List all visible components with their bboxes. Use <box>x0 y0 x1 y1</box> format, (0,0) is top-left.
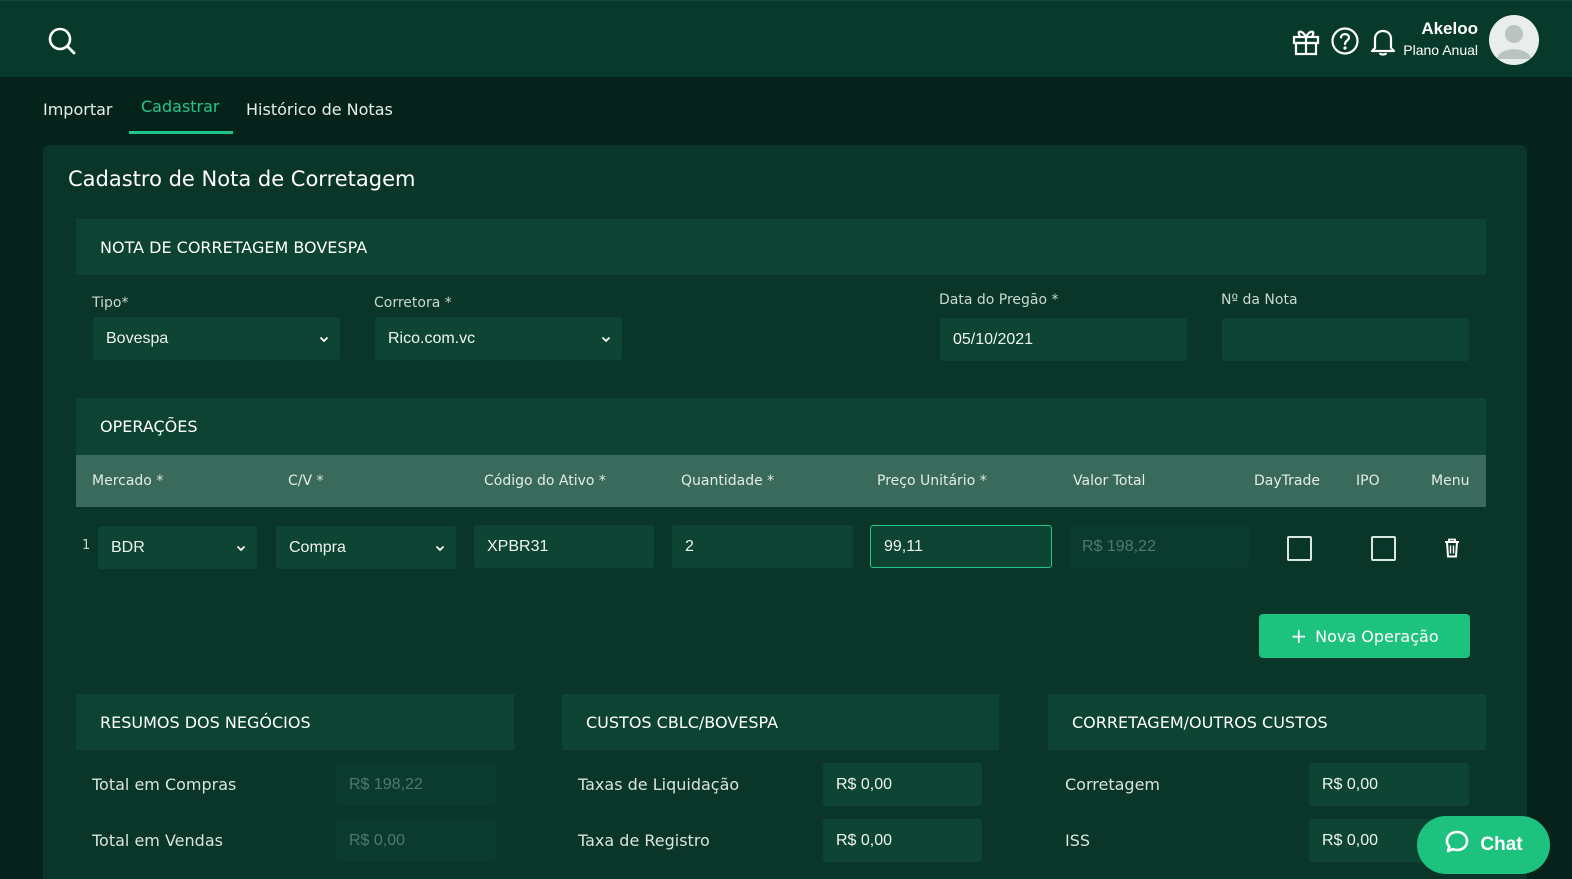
chat-bubble-icon <box>1444 829 1470 861</box>
user-name[interactable]: Akeloo <box>1378 19 1478 39</box>
col-preco: Preço Unitário * <box>877 473 987 489</box>
taxa-registro-value: R$ 0,00 <box>836 831 893 849</box>
tab-cadastrar[interactable]: Cadastrar <box>141 97 220 116</box>
col-ipo: IPO <box>1356 473 1380 489</box>
tipo-label: Tipo* <box>92 295 129 311</box>
chat-label: Chat <box>1480 834 1523 855</box>
nova-operacao-button[interactable]: + Nova Operação <box>1259 614 1470 658</box>
corretagem-label: Corretagem <box>1065 775 1160 794</box>
total-compras-field: R$ 198,22 <box>336 763 496 806</box>
mercado-value: BDR <box>111 538 145 556</box>
tipo-select[interactable]: Bovespa <box>93 317 340 360</box>
total-vendas-field: R$ 0,00 <box>336 819 496 862</box>
codigo-ativo-value: XPBR31 <box>487 537 549 555</box>
col-cv: C/V * <box>288 473 324 489</box>
mercado-select[interactable]: BDR <box>98 526 257 569</box>
numero-nota-label: Nº da Nota <box>1221 292 1298 308</box>
gift-icon[interactable] <box>1290 25 1322 61</box>
col-mercado: Mercado * <box>92 473 164 489</box>
taxa-registro-input[interactable]: R$ 0,00 <box>823 819 982 862</box>
tipo-value: Bovespa <box>106 329 169 347</box>
corretora-value: Rico.com.vc <box>388 329 476 347</box>
search-icon[interactable] <box>46 25 78 57</box>
chevron-down-icon <box>235 541 247 553</box>
codigo-ativo-input[interactable]: XPBR31 <box>474 525 654 568</box>
chat-button[interactable]: Chat <box>1417 816 1550 874</box>
trash-icon[interactable] <box>1442 537 1462 563</box>
col-quantidade: Quantidade * <box>681 473 775 489</box>
valor-total-field: R$ 198,22 <box>1069 525 1249 568</box>
corretagem-section-header: CORRETAGEM/OUTROS CUSTOS <box>1048 694 1486 750</box>
daytrade-checkbox[interactable] <box>1287 536 1312 561</box>
custos-section-header: CUSTOS CBLC/BOVESPA <box>562 694 999 750</box>
taxas-liquidacao-label: Taxas de Liquidação <box>578 775 740 794</box>
taxas-liquidacao-input[interactable]: R$ 0,00 <box>823 763 982 806</box>
quantidade-input[interactable]: 2 <box>672 525 853 568</box>
row-index: 1 <box>82 538 91 553</box>
tab-historico[interactable]: Histórico de Notas <box>246 100 393 119</box>
avatar[interactable] <box>1489 15 1539 65</box>
cv-select[interactable]: Compra <box>276 526 456 569</box>
help-icon[interactable] <box>1329 25 1361 61</box>
col-codigo: Código do Ativo * <box>484 473 606 489</box>
taxas-liquidacao-value: R$ 0,00 <box>836 775 893 793</box>
iss-label: ISS <box>1065 831 1091 850</box>
ipo-checkbox[interactable] <box>1371 536 1396 561</box>
operacoes-section-header: OPERAÇÕES <box>76 398 1486 455</box>
chevron-down-icon <box>600 332 612 344</box>
corretora-label: Corretora * <box>374 295 452 311</box>
numero-nota-input[interactable] <box>1222 318 1469 361</box>
total-vendas-value: R$ 0,00 <box>349 831 406 849</box>
top-bar: Akeloo Plano Anual <box>0 0 1572 77</box>
nova-operacao-label: Nova Operação <box>1315 626 1439 646</box>
page-title: Cadastro de Nota de Corretagem <box>68 167 416 191</box>
user-plan: Plano Anual <box>1403 42 1478 58</box>
quantidade-value: 2 <box>685 537 694 555</box>
corretora-select[interactable]: Rico.com.vc <box>375 317 622 360</box>
data-pregao-label: Data do Pregão * <box>939 292 1059 308</box>
total-compras-label: Total em Compras <box>92 775 237 794</box>
valor-total-value: R$ 198,22 <box>1082 537 1156 555</box>
chevron-down-icon <box>434 541 446 553</box>
corretagem-input[interactable]: R$ 0,00 <box>1309 763 1469 806</box>
active-tab-indicator <box>129 131 233 134</box>
resumo-section-header: RESUMOS DOS NEGÓCIOS <box>76 694 514 750</box>
data-pregao-value: 05/10/2021 <box>953 330 1034 348</box>
col-menu: Menu <box>1431 473 1470 489</box>
total-vendas-label: Total em Vendas <box>92 831 223 850</box>
nota-section-header: NOTA DE CORRETAGEM BOVESPA <box>76 219 1486 275</box>
col-valor-total: Valor Total <box>1073 473 1146 489</box>
taxa-registro-label: Taxa de Registro <box>578 831 710 850</box>
preco-unitario-input[interactable]: 99,11 <box>870 525 1052 568</box>
data-pregao-input[interactable]: 05/10/2021 <box>940 318 1187 361</box>
iss-value: R$ 0,00 <box>1322 831 1379 849</box>
plus-icon: + <box>1290 624 1308 648</box>
corretagem-value: R$ 0,00 <box>1322 775 1379 793</box>
chevron-down-icon <box>318 332 330 344</box>
col-daytrade: DayTrade <box>1254 473 1320 489</box>
tab-importar[interactable]: Importar <box>43 100 112 119</box>
total-compras-value: R$ 198,22 <box>349 775 423 793</box>
preco-unitario-value: 99,11 <box>884 537 923 555</box>
cv-value: Compra <box>289 538 346 556</box>
